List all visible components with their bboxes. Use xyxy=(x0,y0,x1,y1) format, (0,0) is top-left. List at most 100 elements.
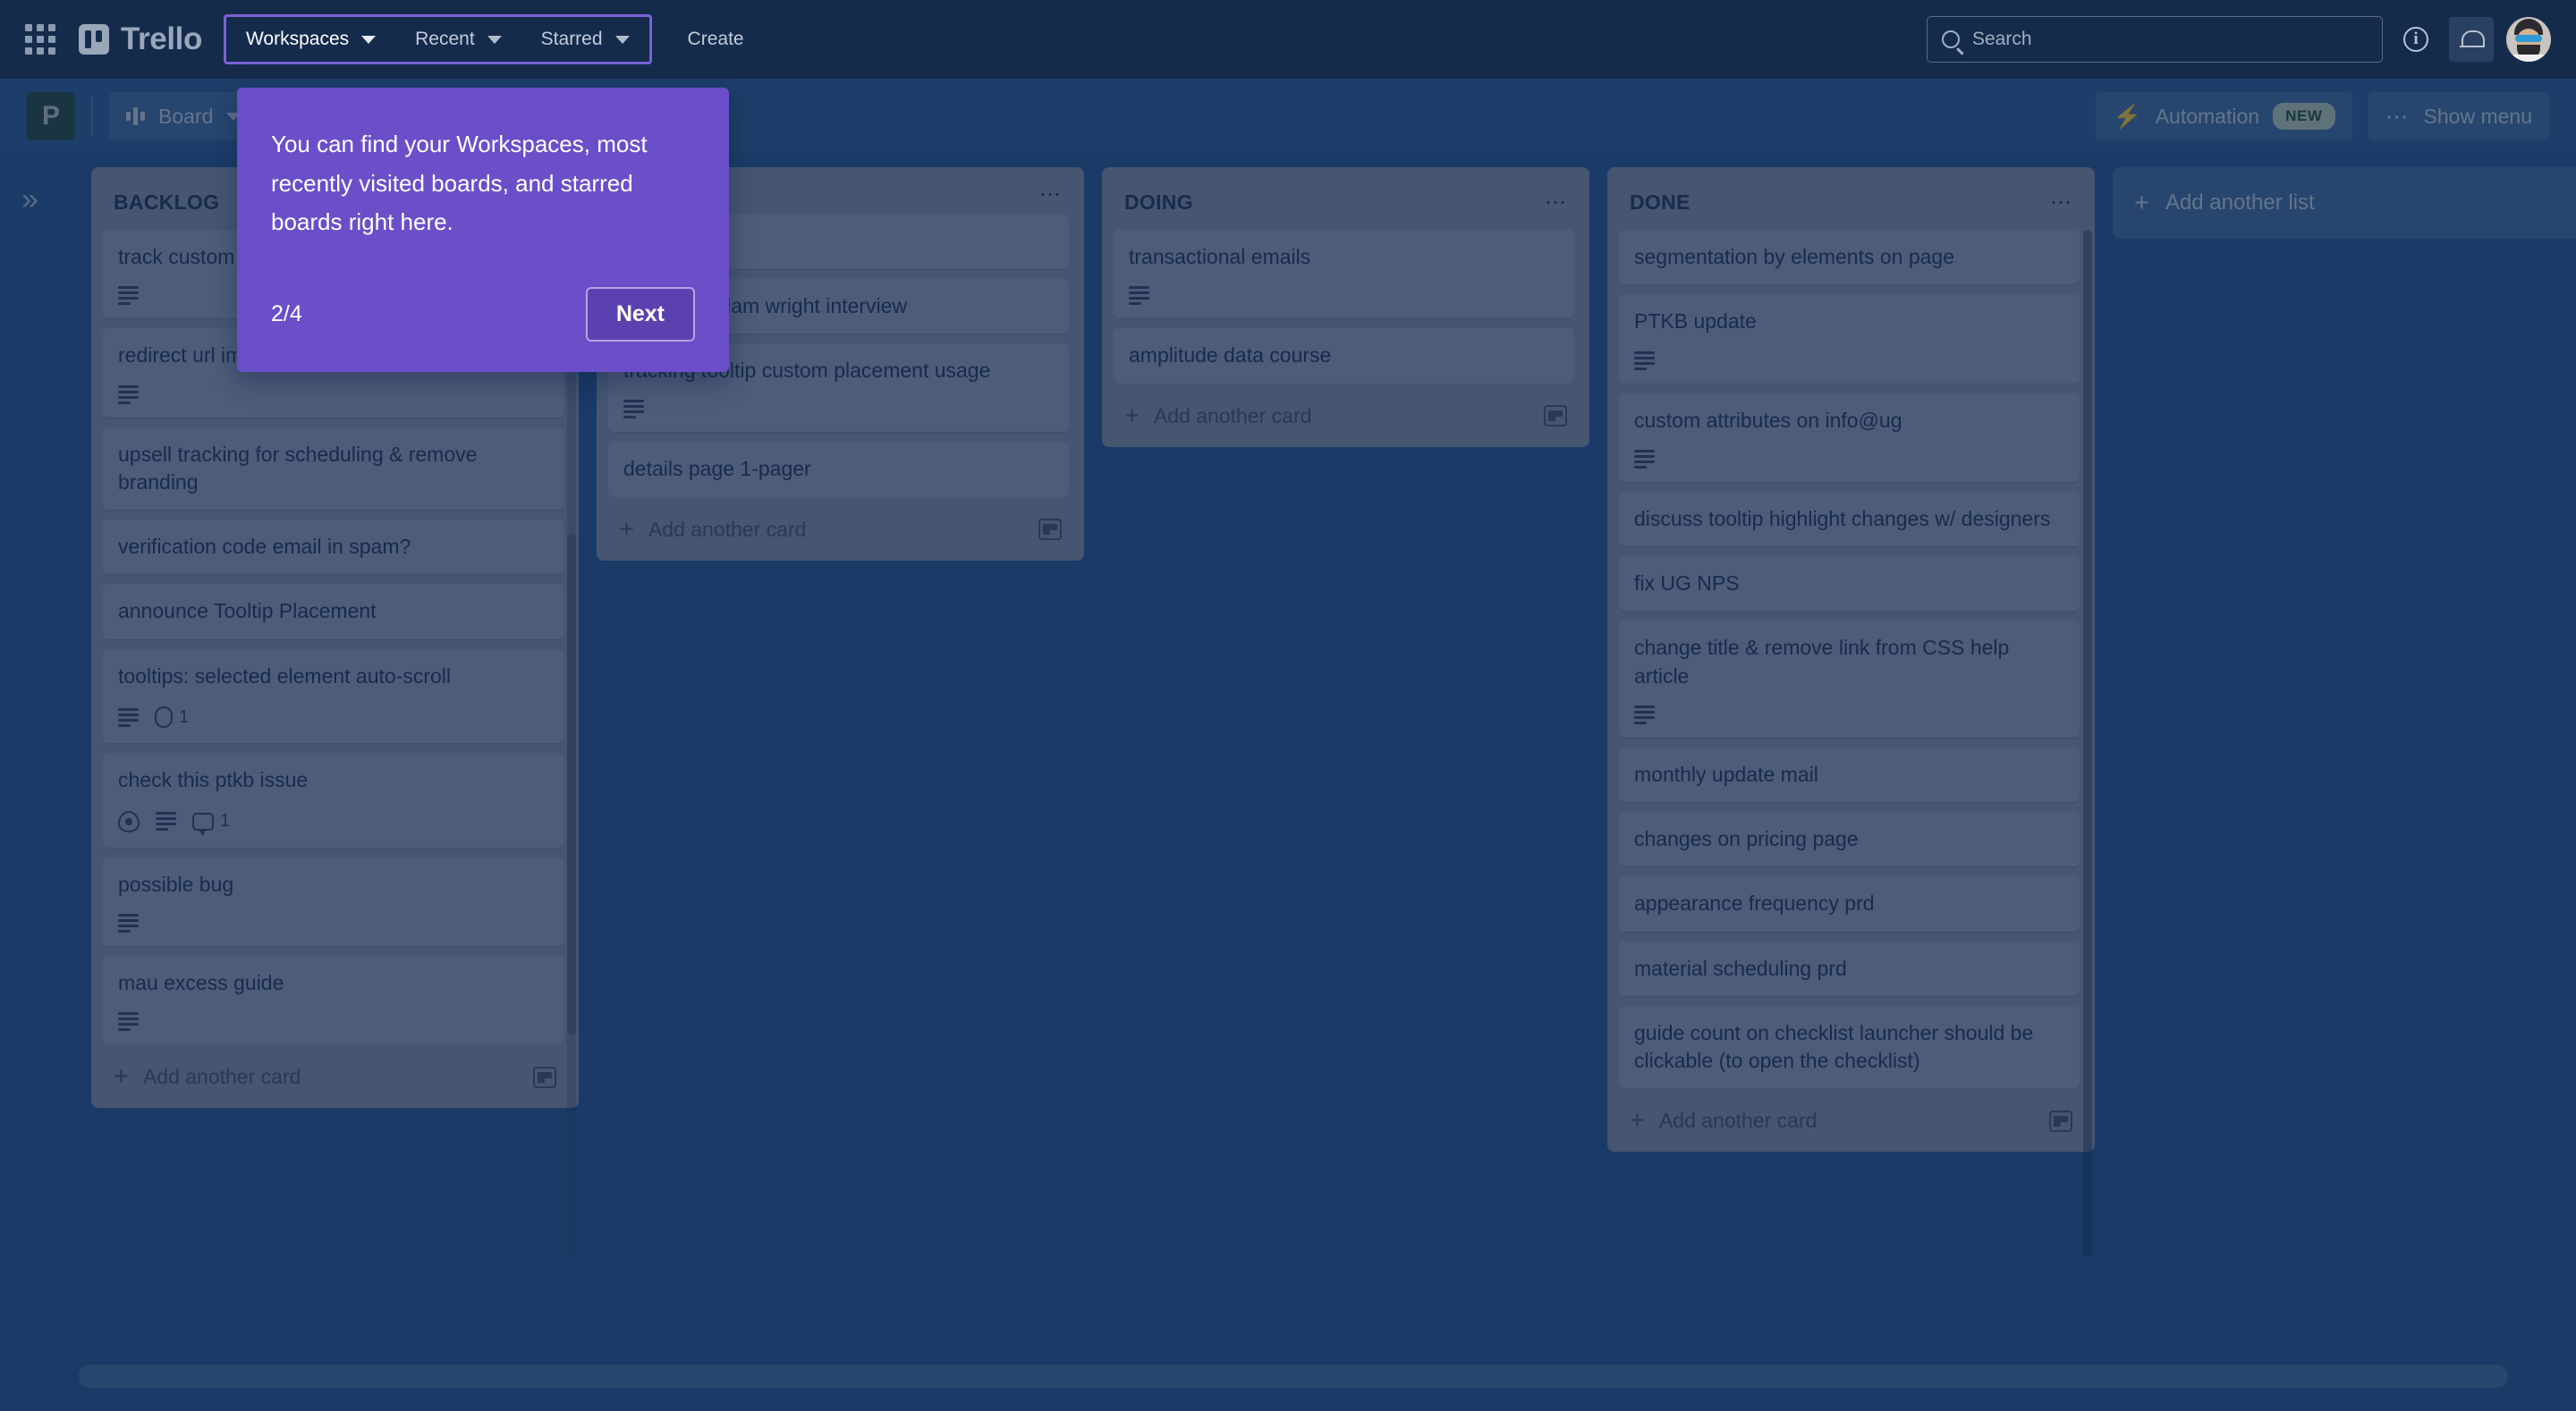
card[interactable]: amplitude data course xyxy=(1114,328,1574,384)
card[interactable]: PTKB update xyxy=(1619,294,2080,384)
list-actions-icon[interactable]: ⋯ xyxy=(2050,192,2072,213)
card[interactable]: announce Tooltip Placement xyxy=(103,584,564,639)
card[interactable]: upsell tracking for scheduling & remove … xyxy=(103,427,564,511)
add-card-left: + Add another card xyxy=(1630,1108,1817,1134)
card-title: discuss tooltip highlight changes w/ des… xyxy=(1634,506,2051,530)
card-badges xyxy=(1634,351,2064,370)
add-card-button[interactable]: + Add another card xyxy=(1114,387,1578,447)
nav-item-starred[interactable]: Starred xyxy=(521,17,649,62)
plus-icon: + xyxy=(114,1062,129,1092)
list-header: DOING ⋯ xyxy=(1114,179,1578,230)
card-template-icon[interactable] xyxy=(2049,1110,2072,1132)
card[interactable]: check this ptkb issue 1 xyxy=(103,753,564,848)
tour-next-button[interactable]: Next xyxy=(585,287,695,342)
board-avatar[interactable]: P xyxy=(27,92,75,140)
add-card-label: Add another card xyxy=(142,1065,301,1089)
card-template-icon[interactable] xyxy=(1544,405,1567,427)
nav-item-workspaces-label: Workspaces xyxy=(245,29,350,49)
bell-icon xyxy=(2460,29,2485,50)
card-title: monthly update mail xyxy=(1634,762,1818,786)
card-badges xyxy=(118,913,548,933)
nav-item-recent[interactable]: Recent xyxy=(395,17,521,62)
card[interactable]: change title & remove link from CSS help… xyxy=(1619,621,2080,738)
card[interactable]: changes on pricing page xyxy=(1619,812,2080,867)
divider xyxy=(91,97,93,135)
card-template-icon[interactable] xyxy=(533,1066,556,1088)
horizontal-scrollbar[interactable] xyxy=(79,1365,2508,1388)
description-badge xyxy=(118,286,139,306)
plus-icon: + xyxy=(619,514,634,544)
description-icon xyxy=(118,286,139,306)
description-icon xyxy=(623,400,644,419)
list-actions-icon[interactable]: ⋯ xyxy=(1545,192,1567,213)
card[interactable]: material scheduling prd xyxy=(1619,941,2080,996)
comment-icon xyxy=(192,812,214,836)
board-view-switcher[interactable]: Board xyxy=(109,92,258,140)
notifications-button[interactable] xyxy=(2449,17,2494,62)
card[interactable]: mau excess guide xyxy=(103,955,564,1045)
sidebar-expand-button[interactable]: » xyxy=(0,154,79,1411)
list-scrollbar[interactable] xyxy=(2083,230,2092,1258)
add-card-left: + Add another card xyxy=(1124,401,1311,430)
card-template-icon[interactable] xyxy=(1038,519,1062,541)
trello-logo[interactable]: Trello xyxy=(79,21,202,57)
nav-item-starred-label: Starred xyxy=(540,29,603,49)
card-badges xyxy=(118,384,548,404)
add-card-button[interactable]: + Add another card xyxy=(1619,1092,2083,1152)
add-card-button[interactable]: + Add another card xyxy=(103,1048,567,1108)
card-title: amplitude data course xyxy=(1129,343,1332,368)
card[interactable]: transactional emails xyxy=(1114,230,1574,319)
tour-text: You can find your Workspaces, most recen… xyxy=(271,131,648,236)
card[interactable]: tooltips: selected element auto-scroll 1 xyxy=(103,648,564,744)
create-button[interactable]: Create xyxy=(668,17,764,62)
add-card-left: + Add another card xyxy=(619,514,806,544)
list-scrollbar[interactable] xyxy=(567,230,576,1258)
card[interactable]: details page 1-pager xyxy=(608,442,1069,497)
automation-button[interactable]: ⚡ Automation NEW xyxy=(2096,92,2352,140)
comment-badge: 1 xyxy=(192,809,230,836)
add-list-button[interactable]: + Add another list xyxy=(2113,167,2576,239)
card[interactable]: guide count on checklist launcher should… xyxy=(1619,1005,2080,1089)
card-list: transactional emails amplitude data cours… xyxy=(1114,230,1578,384)
list-actions-icon[interactable]: ⋯ xyxy=(1039,184,1062,205)
card[interactable]: discuss tooltip highlight changes w/ des… xyxy=(1619,491,2080,547)
card[interactable]: appearance frequency prd xyxy=(1619,876,2080,932)
card-title: transactional emails xyxy=(1129,245,1311,268)
watch-badge xyxy=(118,810,140,832)
attachment-count: 1 xyxy=(179,706,190,727)
description-badge xyxy=(1634,705,1655,724)
search-icon xyxy=(1942,30,1960,48)
card[interactable]: monthly update mail xyxy=(1619,747,2080,803)
card-title: custom attributes on info@ug xyxy=(1634,408,1902,432)
list-title: DONE xyxy=(1630,190,1690,214)
search-input[interactable]: Search xyxy=(1927,16,2383,63)
card-badges xyxy=(1634,449,2064,469)
nav-item-workspaces[interactable]: Workspaces xyxy=(226,17,395,62)
show-menu-button[interactable]: ⋯ Show menu xyxy=(2368,92,2549,140)
avatar[interactable] xyxy=(2506,17,2551,62)
info-icon: i xyxy=(2403,27,2428,52)
add-card-left: + Add another card xyxy=(114,1064,301,1090)
card-title: possible bug xyxy=(118,872,234,896)
card-title: PTKB update xyxy=(1634,309,1757,334)
description-icon xyxy=(156,812,176,832)
tour-popover: You can find your Workspaces, most recen… xyxy=(237,88,729,373)
card-title: change title & remove link from CSS help… xyxy=(1634,636,2010,688)
description-badge xyxy=(118,913,139,933)
card-badges xyxy=(1634,705,2064,724)
paperclip-icon xyxy=(155,706,173,729)
top-navigation-bar: Trello Workspaces Recent Starred Create … xyxy=(0,0,2576,79)
card[interactable]: custom attributes on info@ug xyxy=(1619,393,2080,482)
add-card-button[interactable]: + Add another card xyxy=(608,501,1072,561)
plus-icon: + xyxy=(1124,401,1140,430)
card-title: tooltips: selected element auto-scroll xyxy=(118,663,452,688)
apps-grid-icon[interactable] xyxy=(25,24,55,55)
card-title: material scheduling prd xyxy=(1634,956,1847,980)
description-badge xyxy=(1129,286,1149,306)
card[interactable]: verification code email in spam? xyxy=(103,520,564,575)
info-button[interactable]: i xyxy=(2394,17,2438,62)
card[interactable]: possible bug xyxy=(103,857,564,946)
description-icon xyxy=(1634,449,1655,469)
card[interactable]: fix UG NPS xyxy=(1619,556,2080,612)
card[interactable]: segmentation by elements on page xyxy=(1619,230,2080,285)
